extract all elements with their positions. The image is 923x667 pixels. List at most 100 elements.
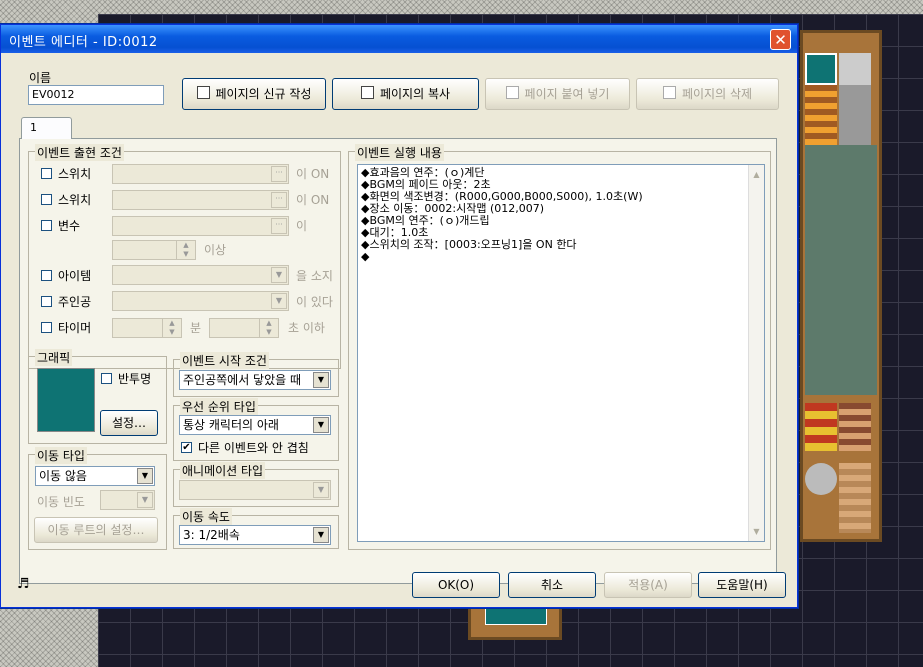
apply-button[interactable]: 적용(A) bbox=[604, 572, 692, 598]
move-type-value: 이동 않음 bbox=[39, 469, 87, 483]
wall-tile bbox=[839, 53, 871, 85]
scroll-up-icon[interactable]: ▲ bbox=[749, 167, 764, 182]
move-speed-select[interactable]: 3: 1/2배속 ▼ bbox=[179, 525, 331, 545]
title-bar[interactable]: 이벤트 에디터 - ID:0012 ✕ bbox=[1, 25, 797, 53]
timer-label: 타이머 bbox=[58, 321, 92, 335]
animation-select[interactable]: ▼ bbox=[179, 480, 331, 500]
name-input[interactable]: EV0012 bbox=[28, 85, 164, 105]
switch2-suffix: 이 ON bbox=[296, 193, 330, 207]
crate-tile bbox=[805, 403, 837, 451]
events-label: 이벤트 실행 내용 bbox=[355, 144, 444, 161]
delete-page-icon bbox=[662, 86, 676, 99]
hero-select[interactable]: ▼ bbox=[112, 291, 289, 311]
item-suffix: 을 소지 bbox=[296, 269, 333, 283]
ellipsis-icon: ··· bbox=[271, 192, 287, 208]
event-tile[interactable] bbox=[805, 53, 837, 85]
event-command-list[interactable]: ◆효과음의 연주：(ｏ)계단 ◆BGM의 페이드 아웃：2초 ◆화면의 색조변경… bbox=[357, 164, 765, 542]
help-button[interactable]: 도움말(H) bbox=[698, 572, 786, 598]
event-lines: ◆효과음의 연주：(ｏ)계단 ◆BGM의 페이드 아웃：2초 ◆화면의 색조변경… bbox=[358, 165, 764, 263]
item-select[interactable]: ▼ bbox=[112, 265, 289, 285]
copy-page-label: 페이지의 복사 bbox=[379, 87, 451, 101]
variable-label: 변수 bbox=[58, 219, 81, 233]
move-speed-value: 3: 1/2배속 bbox=[183, 528, 240, 542]
timer-minutes-stepper[interactable]: ▲ ▼ bbox=[112, 318, 182, 338]
hero-checkbox[interactable] bbox=[41, 296, 52, 307]
chevron-down-icon: ▼ bbox=[313, 527, 329, 543]
variable-more-label: 이상 bbox=[204, 243, 227, 257]
start-condition-label: 이벤트 시작 조건 bbox=[180, 352, 269, 369]
event-line[interactable]: ◆스위치의 조작：[0003:오프닝1]을 ON 한다 bbox=[358, 239, 764, 251]
map-room[interactable] bbox=[800, 30, 882, 542]
animation-label: 애니메이션 타입 bbox=[180, 462, 266, 479]
switch1-field[interactable]: ··· bbox=[112, 164, 289, 184]
music-icon[interactable]: ♬ bbox=[17, 576, 30, 592]
paste-page-button[interactable]: 페이지 붙여 넣기 bbox=[485, 78, 630, 110]
chevron-down-icon: ▼ bbox=[271, 293, 287, 309]
ok-button[interactable]: OK(O) bbox=[412, 572, 500, 598]
new-page-label: 페이지의 신규 작성 bbox=[215, 87, 312, 101]
chevron-down-icon: ▼ bbox=[137, 468, 153, 484]
switch2-field[interactable]: ··· bbox=[112, 190, 289, 210]
graphic-preview[interactable] bbox=[37, 368, 95, 432]
graphic-label: 그래픽 bbox=[35, 349, 73, 366]
copy-page-icon bbox=[360, 86, 374, 99]
chevron-down-icon: ▼ bbox=[313, 482, 329, 498]
floor-tile bbox=[805, 145, 877, 395]
timer-suffix: 초 이하 bbox=[288, 321, 325, 335]
delete-page-button[interactable]: 페이지의 삭제 bbox=[636, 78, 779, 110]
variable-checkbox[interactable] bbox=[41, 220, 52, 231]
move-speed-label: 이동 속도 bbox=[180, 508, 232, 525]
tab-page-1[interactable]: 1 bbox=[21, 117, 72, 139]
start-condition-select[interactable]: 주인공쪽에서 닿았을 때 ▼ bbox=[179, 370, 331, 390]
paste-page-icon bbox=[505, 86, 519, 99]
priority-label: 우선 순위 타입 bbox=[180, 398, 258, 415]
pot-tile bbox=[805, 463, 837, 495]
switch1-suffix: 이 ON bbox=[296, 167, 330, 181]
move-frequency-select[interactable]: ▼ bbox=[100, 490, 155, 510]
variable-field[interactable]: ··· bbox=[112, 216, 289, 236]
item-label: 아이템 bbox=[58, 269, 92, 283]
spin-arrows-icon[interactable]: ▲ ▼ bbox=[176, 241, 195, 259]
event-list-scrollbar[interactable]: ▲ ▼ bbox=[748, 165, 764, 541]
no-overlap-checkbox[interactable]: ✔ bbox=[181, 442, 192, 453]
spin-arrows-icon[interactable]: ▲ ▼ bbox=[162, 319, 181, 337]
switch1-label: 스위치 bbox=[58, 167, 92, 181]
no-overlap-label: 다른 이벤트와 안 겹침 bbox=[198, 441, 309, 455]
event-editor-dialog: 이벤트 에디터 - ID:0012 ✕ 이름 EV0012 페이지의 신규 작성… bbox=[0, 24, 798, 608]
priority-select[interactable]: 통상 캐릭터의 아래 ▼ bbox=[179, 415, 331, 435]
priority-value: 통상 캐릭터의 아래 bbox=[183, 418, 279, 432]
spin-arrows-icon[interactable]: ▲ ▼ bbox=[259, 319, 278, 337]
move-route-button[interactable]: 이동 루트의 설정… bbox=[34, 517, 158, 543]
close-button[interactable]: ✕ bbox=[770, 29, 791, 50]
move-type-select[interactable]: 이동 않음 ▼ bbox=[35, 466, 155, 486]
hero-label: 주인공 bbox=[58, 295, 92, 309]
cancel-button[interactable]: 취소 bbox=[508, 572, 596, 598]
ellipsis-icon: ··· bbox=[271, 218, 287, 234]
timer-checkbox[interactable] bbox=[41, 322, 52, 333]
hero-suffix: 이 있다 bbox=[296, 295, 333, 309]
new-page-icon bbox=[196, 86, 210, 99]
variable-suffix: 이 bbox=[296, 219, 308, 233]
conditions-label: 이벤트 출현 조건 bbox=[35, 144, 124, 161]
chevron-down-icon: ▼ bbox=[137, 492, 153, 508]
translucent-checkbox[interactable] bbox=[101, 373, 112, 384]
crate-tile bbox=[839, 403, 871, 451]
timer-seconds-stepper[interactable]: ▲ ▼ bbox=[209, 318, 279, 338]
graphic-set-button[interactable]: 설정… bbox=[100, 410, 158, 436]
event-line[interactable]: ◆ bbox=[358, 251, 764, 263]
name-label: 이름 bbox=[27, 69, 54, 86]
chevron-down-icon: ▼ bbox=[313, 372, 329, 388]
floor-tile bbox=[839, 463, 871, 533]
copy-page-button[interactable]: 페이지의 복사 bbox=[332, 78, 479, 110]
switch1-checkbox[interactable] bbox=[41, 168, 52, 179]
chevron-down-icon: ▼ bbox=[271, 267, 287, 283]
window-title: 이벤트 에디터 - ID:0012 bbox=[9, 35, 158, 50]
switch2-checkbox[interactable] bbox=[41, 194, 52, 205]
item-checkbox[interactable] bbox=[41, 270, 52, 281]
timer-minutes-label: 분 bbox=[190, 321, 202, 335]
scroll-down-icon[interactable]: ▼ bbox=[749, 524, 764, 539]
chevron-down-icon: ▼ bbox=[313, 417, 329, 433]
variable-value-stepper[interactable]: ▲ ▼ bbox=[112, 240, 196, 260]
ellipsis-icon: ··· bbox=[271, 166, 287, 182]
new-page-button[interactable]: 페이지의 신규 작성 bbox=[182, 78, 326, 110]
